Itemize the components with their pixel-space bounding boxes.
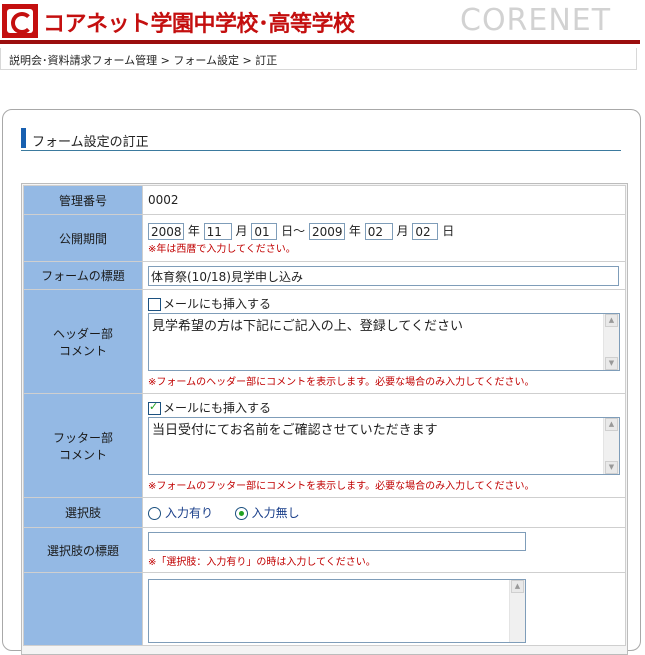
scroll-up-icon[interactable]: ▲ bbox=[511, 580, 524, 593]
form-title-label: フォームの標題 bbox=[23, 261, 143, 290]
school-name: コアネット学園中学校･高等学校 bbox=[43, 12, 355, 37]
footer-mail-checkbox-label: メールにも挿入する bbox=[163, 401, 272, 415]
choice-items-textarea[interactable]: ▲ bbox=[148, 579, 526, 643]
section-title-text: フォーム設定の訂正 bbox=[32, 135, 149, 150]
header-comment-note: ※フォームのヘッダー部にコメントを表示します。必要な場合のみ入力してください。 bbox=[148, 377, 535, 388]
form-settings-table: 管理番号 0002 公開期間 2008 年 11 月 01 日～ 2009 年 … bbox=[23, 185, 626, 646]
start-month-input[interactable]: 11 bbox=[203, 222, 232, 240]
start-year-input[interactable]: 2008 bbox=[148, 222, 184, 240]
scroll-down-icon[interactable]: ▼ bbox=[605, 357, 618, 370]
header-comment-label: ヘッダー部 コメント bbox=[23, 289, 143, 394]
start-month-unit: 月 bbox=[235, 223, 248, 238]
choice-items-label bbox=[23, 572, 143, 646]
header-mail-checkbox[interactable] bbox=[148, 298, 161, 311]
end-year-input[interactable]: 2009 bbox=[309, 222, 346, 240]
choice-no-label: 入力無し bbox=[251, 506, 300, 520]
choice-label: 選択肢 bbox=[23, 497, 143, 528]
start-year-unit: 年 bbox=[187, 223, 200, 238]
footer-comment-note: ※フォームのフッター部にコメントを表示します。必要な場合のみ入力してください。 bbox=[148, 481, 535, 492]
corenet-logo-icon bbox=[2, 4, 38, 38]
start-day-input[interactable]: 01 bbox=[251, 222, 278, 240]
choice-title-input[interactable] bbox=[148, 532, 526, 551]
brand-name: CORENET bbox=[460, 3, 612, 38]
scroll-up-icon[interactable]: ▲ bbox=[605, 418, 618, 431]
choice-yes-radio[interactable] bbox=[148, 507, 161, 520]
scroll-up-icon[interactable]: ▲ bbox=[605, 314, 618, 327]
mgmt-no-value: 0002 bbox=[142, 185, 626, 215]
footer-comment-scrollbar[interactable]: ▲ ▼ bbox=[603, 418, 619, 474]
breadcrumb: 説明会･資料請求フォーム管理 > フォーム設定 > 訂正 bbox=[0, 48, 637, 70]
section-title: フォーム設定の訂正 bbox=[21, 128, 621, 151]
site-header: コアネット学園中学校･高等学校 CORENET bbox=[0, 0, 645, 44]
mgmt-no-label: 管理番号 bbox=[23, 185, 143, 215]
form-panel: フォーム設定の訂正 管理番号 0002 公開期間 2008 年 11 月 01 … bbox=[2, 109, 641, 655]
footer-comment-label: フッター部 コメント bbox=[23, 393, 143, 498]
header-divider bbox=[0, 40, 640, 44]
footer-comment-text: 当日受付にてお名前をご確認させていただきます bbox=[152, 423, 438, 438]
row-mgmt-no: 管理番号 0002 bbox=[23, 185, 626, 215]
end-month-unit: 月 bbox=[396, 223, 409, 238]
end-day-unit: 日 bbox=[442, 223, 455, 238]
row-choice-title: 選択肢の標題 ※「選択肢：入力有り」の時は入力してください。 bbox=[23, 527, 626, 573]
row-header-comment: ヘッダー部 コメント メールにも挿入する 見学希望の方は下記にご記入の上、登録し… bbox=[23, 289, 626, 394]
row-period: 公開期間 2008 年 11 月 01 日～ 2009 年 02 月 02 日 … bbox=[23, 214, 626, 262]
scroll-down-icon[interactable]: ▼ bbox=[605, 461, 618, 474]
form-title-input[interactable]: 体育祭(10/18)見学申し込み bbox=[148, 265, 619, 286]
header-comment-text: 見学希望の方は下記にご記入の上、登録してください bbox=[152, 319, 463, 334]
choice-yes-label: 入力有り bbox=[165, 506, 214, 520]
header-mail-checkbox-label: メールにも挿入する bbox=[163, 297, 272, 311]
choice-title-note: ※「選択肢：入力有り」の時は入力してください。 bbox=[148, 557, 376, 568]
choice-no-radio[interactable] bbox=[234, 507, 248, 520]
footer-comment-textarea[interactable]: 当日受付にてお名前をご確認させていただきます ▲ ▼ bbox=[148, 417, 620, 475]
start-day-unit: 日～ bbox=[281, 223, 306, 238]
header-comment-scrollbar[interactable]: ▲ ▼ bbox=[603, 314, 619, 370]
row-form-title: フォームの標題 体育祭(10/18)見学申し込み bbox=[23, 261, 626, 290]
row-choice: 選択肢 入力有り 入力無し bbox=[23, 497, 626, 528]
section-title-marker bbox=[21, 128, 26, 148]
row-choice-items: ▲ bbox=[23, 572, 626, 646]
header-comment-textarea[interactable]: 見学希望の方は下記にご記入の上、登録してください ▲ ▼ bbox=[148, 313, 620, 371]
period-note: ※年は西暦で入力してください。 bbox=[148, 243, 296, 255]
end-year-unit: 年 bbox=[348, 223, 361, 238]
footer-mail-checkbox[interactable] bbox=[148, 400, 161, 415]
end-month-input[interactable]: 02 bbox=[364, 222, 393, 240]
end-day-input[interactable]: 02 bbox=[412, 222, 439, 240]
row-footer-comment: フッター部 コメント メールにも挿入する 当日受付にてお名前をご確認させていただ… bbox=[23, 393, 626, 498]
choice-items-scrollbar[interactable]: ▲ bbox=[509, 580, 525, 642]
choice-title-label: 選択肢の標題 bbox=[23, 527, 143, 573]
period-label: 公開期間 bbox=[23, 214, 143, 262]
